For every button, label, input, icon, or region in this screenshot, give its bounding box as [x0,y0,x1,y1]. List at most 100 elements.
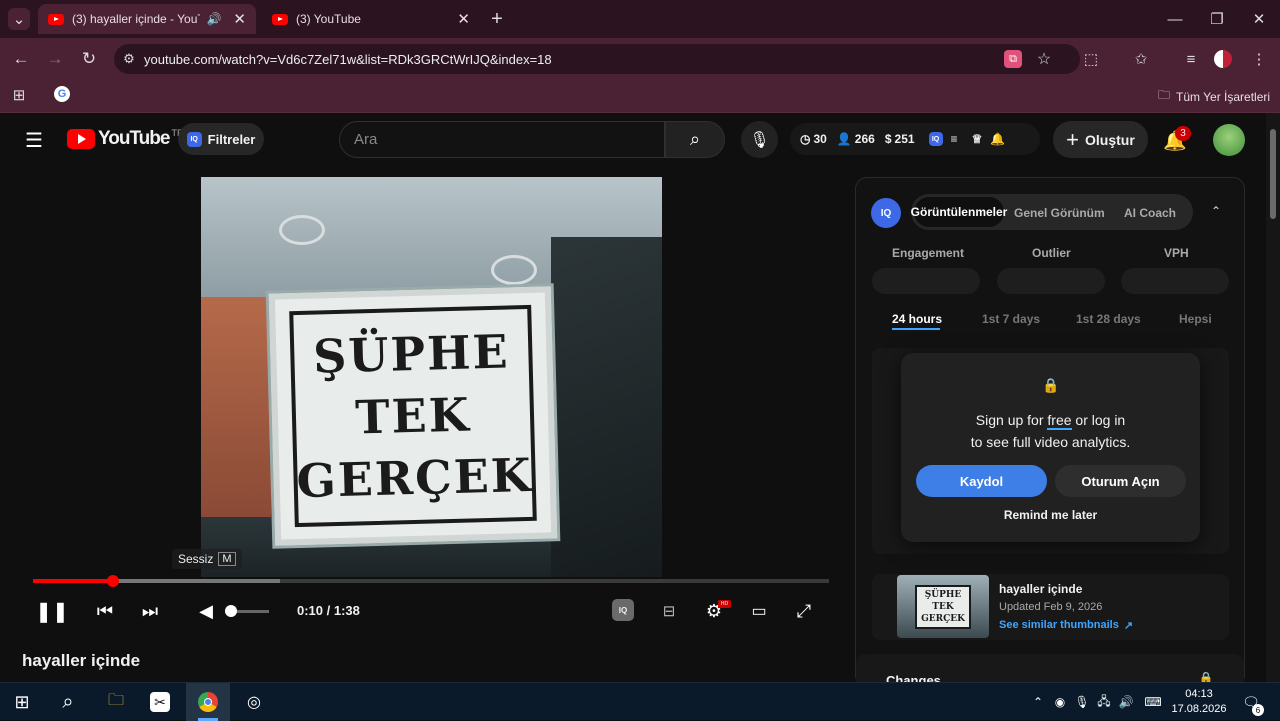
see-similar-link[interactable]: See similar thumbnails ↗ [999,619,1133,632]
profile-avatar[interactable] [1214,50,1232,68]
signup-button[interactable]: Kaydol [916,465,1047,497]
sign-line-2: TEK [354,387,472,445]
stat-users: 266 [854,132,875,146]
previous-icon[interactable]: ⏮ [93,599,117,623]
notification-count: 3 [1180,128,1186,139]
pause-icon[interactable]: ❚❚ [35,599,69,623]
collapse-chevron-icon[interactable]: ⌃ [1208,203,1224,219]
address-bar[interactable]: ⚙ youtube.com/watch?v=Vd6c7Zel71w&list=R… [114,44,1080,74]
theater-mode-icon[interactable]: ▭ [747,599,771,623]
range-7d[interactable]: 1st 7 days [982,312,1040,326]
back-icon[interactable]: ← [10,48,32,70]
search-input[interactable]: Ara [339,121,665,158]
media-control-icon[interactable]: ≡ [1180,48,1202,70]
all-bookmarks[interactable]: 🗀 Tüm Yer İşaretleri [1158,86,1270,107]
chrome-taskbar-active[interactable] [186,683,230,721]
metric-outlier-value [997,268,1105,294]
menu-dots-icon[interactable]: ⋮ [1248,48,1270,70]
metric-vph: VPH [1164,246,1189,260]
tab-overview[interactable]: Genel Görünüm [1014,206,1105,220]
scrollbar-thumb[interactable] [1270,129,1276,219]
taskbar-clock[interactable]: 04:13 17.08.2026 [1170,687,1228,717]
sign-line-1: ŞÜPHE [312,324,511,384]
range-all[interactable]: Hepsi [1179,312,1212,326]
new-tab-icon[interactable]: + [486,8,508,30]
signup-modal: 🔒 Sign up for free or log in to see full… [901,353,1200,542]
page-scrollbar[interactable] [1266,113,1280,682]
filters-label: Filtreler [207,131,256,147]
tray-camera-icon[interactable]: ◉ [1052,692,1068,712]
apps-grid-icon[interactable]: ⊞ [8,84,30,106]
coin-icon: $ [884,132,892,146]
range-24h[interactable]: 24 hours [892,312,942,326]
tab-views[interactable]: Görüntülenmeler [911,197,1007,227]
volume-icon[interactable]: ◀ [194,599,218,623]
close-tab-icon[interactable]: ✕ [233,10,246,28]
sign-line-3: GERÇEK [295,447,534,509]
tab-search-chevron-icon[interactable]: ⌄ [8,8,30,30]
window-frame [551,237,662,577]
tray-chevron-icon[interactable]: ⌃ [1030,692,1046,712]
player-controls: ❚❚ ⏮ ⏭ ◀ 0:10 / 1:38 IQ ⊟ ⚙ HD ▭ ⤢ [20,577,835,637]
tab-ai-coach[interactable]: AI Coach [1124,206,1176,220]
tab-hayaller[interactable]: (3) hayaller içinde - YouTube 🔊 ✕ [38,4,256,34]
youtube-logo[interactable]: YouTube TR [67,128,183,150]
close-tab-icon[interactable]: ✕ [457,10,470,28]
building-left [201,297,271,517]
remind-later-link[interactable]: Remind me later [901,508,1200,522]
stat-time: 30 [813,132,827,146]
folder-icon: 🗀 [1158,88,1171,102]
vidiq-logo-icon: IQ [871,198,901,228]
tab-youtube[interactable]: (3) YouTube ✕ [262,4,480,34]
capcut-icon[interactable]: ✂ [150,692,170,712]
vidiq-player-icon[interactable]: IQ [612,599,634,621]
fullscreen-icon[interactable]: ⤢ [792,599,816,623]
next-icon[interactable]: ⏭ [138,599,162,623]
reload-icon[interactable]: ↻ [78,48,100,70]
notification-center-count: 6 [1255,705,1261,715]
restore-icon[interactable]: ❐ [1206,8,1228,30]
hamburger-menu-icon[interactable]: ☰ [22,128,46,152]
obs-icon[interactable]: ◎ [242,690,266,714]
filters-button[interactable]: IQ Filtreler [178,123,264,155]
cast-icon[interactable]: ⧉ [1004,50,1022,68]
youtube-favicon-icon [272,13,288,25]
login-button[interactable]: Oturum Açın [1055,465,1186,497]
account-avatar[interactable] [1213,124,1245,156]
google-icon[interactable]: G [54,86,70,102]
minimize-icon[interactable]: — [1164,8,1186,30]
search-taskbar-icon[interactable]: ⌕ [56,690,80,714]
search-icon[interactable]: ⌕ [665,121,725,158]
extensions-icon[interactable]: ⬚ [1080,48,1102,70]
mute-key-hint: M [218,552,236,566]
see-similar-label: See similar thumbnails [999,619,1119,631]
favorites-icon[interactable]: ✩ [1130,48,1152,70]
file-explorer-icon[interactable]: 🗀 [104,690,128,714]
forward-icon[interactable]: → [44,48,66,70]
tray-network-icon[interactable]: 🖧 [1096,692,1112,712]
tray-mic-icon[interactable]: 🎙 [1074,692,1090,712]
metric-outlier: Outlier [1032,246,1071,260]
mute-tooltip: Sessiz M [172,549,242,569]
star-bookmark-icon[interactable]: ☆ [1034,49,1054,69]
windows-start-icon[interactable]: ⊞ [10,690,34,714]
subtitles-icon[interactable]: ⊟ [657,599,681,623]
iq-icon[interactable]: IQ [928,132,943,146]
range-28d[interactable]: 1st 28 days [1076,312,1141,326]
metric-engagement-value [872,268,980,294]
tray-volume-icon[interactable]: 🔊 [1118,692,1134,712]
microphone-icon[interactable]: 🎙 [741,121,778,158]
site-info-icon[interactable]: ⚙ [114,51,144,67]
metric-engagement: Engagement [892,246,965,260]
video-thumbnail[interactable]: ŞÜPHE TEK GERÇEK [897,575,989,638]
list-icon[interactable]: ≡ [951,132,958,146]
speaker-icon: 🔊 [206,12,222,26]
volume-handle[interactable] [225,605,237,617]
youtube-favicon-icon [48,13,64,25]
tray-keyboard-icon[interactable]: ⌨ [1142,692,1164,712]
iq-icon: IQ [186,131,202,147]
close-window-icon[interactable]: ✕ [1248,8,1270,30]
create-button[interactable]: + Oluştur [1053,121,1148,158]
bell-alert-icon[interactable]: 🔔 [990,132,1005,146]
trophy-icon[interactable]: ♕ [972,132,983,146]
